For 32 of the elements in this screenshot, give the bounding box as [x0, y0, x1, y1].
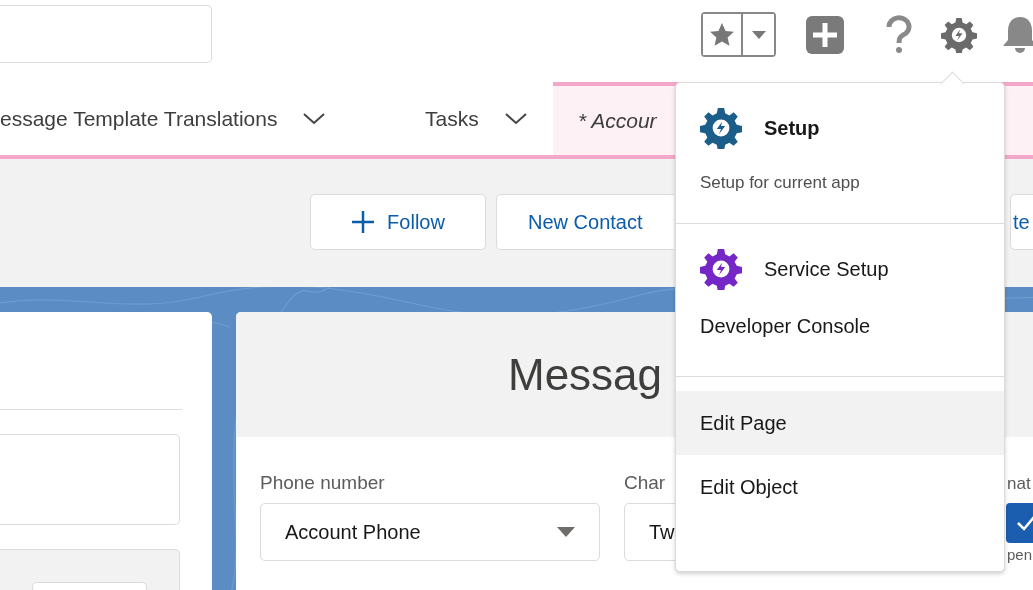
menu-item[interactable]: Setup: [676, 103, 1004, 153]
chevron-down-icon[interactable]: [504, 112, 527, 125]
action-button[interactable]: te: [1010, 194, 1033, 250]
tab[interactable]: essage Template Translations: [0, 82, 400, 155]
field-label: Char: [624, 472, 666, 494]
menu-item[interactable]: Edit Object: [676, 455, 1004, 519]
action-button[interactable]: New Contact: [496, 194, 674, 250]
favorites-list-button[interactable]: [741, 14, 774, 55]
card-title: Messag: [508, 349, 663, 400]
check-icon: [1016, 515, 1033, 531]
tab-label: * Accour: [578, 108, 657, 133]
help-icon[interactable]: [884, 14, 914, 55]
search-field[interactable]: [0, 5, 212, 63]
field-caption: pen: [1007, 546, 1033, 563]
menu-item[interactable]: Service Setup: [676, 244, 1004, 294]
field-label: Phone number: [260, 472, 385, 494]
caret-icon: [751, 30, 766, 39]
field-label: nat: [1007, 474, 1031, 494]
tab-label: essage Template Translations: [0, 106, 278, 131]
select-field[interactable]: Account Phone: [260, 503, 600, 561]
plus-icon[interactable]: [806, 15, 844, 54]
menu-item[interactable]: Edit Page: [676, 391, 1004, 455]
chevron-down-icon[interactable]: [303, 112, 326, 125]
bell-icon[interactable]: [1000, 14, 1033, 55]
plus-icon: [351, 210, 376, 234]
action-button[interactable]: Follow: [310, 194, 486, 250]
tab[interactable]: Tasks: [400, 82, 553, 155]
settings-icon[interactable]: [941, 16, 977, 53]
menu-item[interactable]: Developer Console: [676, 294, 1004, 358]
tab-label: Tasks: [425, 106, 479, 131]
menu-item-description: Setup for current app: [699, 172, 861, 193]
star-icon: [709, 21, 735, 48]
